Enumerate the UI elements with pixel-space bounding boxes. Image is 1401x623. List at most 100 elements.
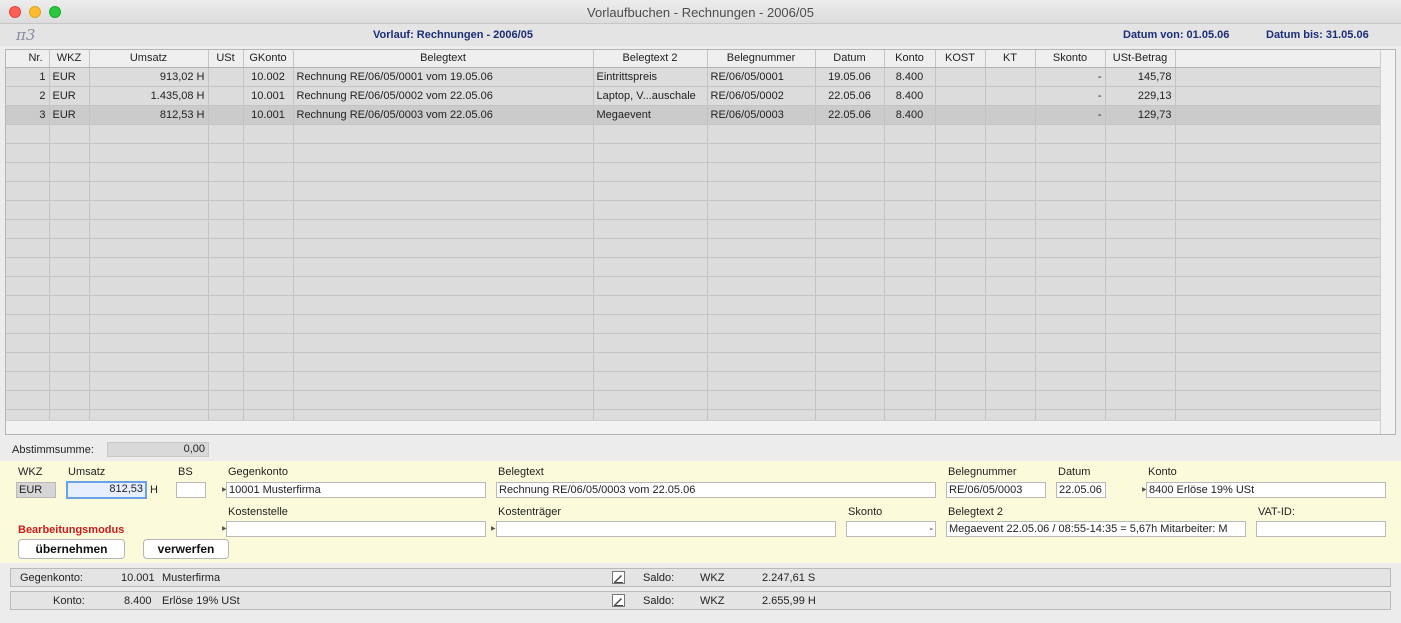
empty-cell [985,276,1036,296]
empty-cell [1105,143,1176,163]
empty-cell [1035,219,1106,239]
vat-id-field[interactable] [1256,521,1386,537]
column-header[interactable]: USt-Betrag [1105,50,1176,68]
empty-cell [49,181,90,201]
empty-cell [815,314,885,334]
empty-cell [243,162,294,182]
empty-cell [6,276,50,296]
wkz-label: WKZ [18,466,43,478]
empty-cell [293,238,594,258]
umsatz-label: Umsatz [68,466,106,478]
empty-cell [293,181,594,201]
empty-cell [6,390,50,410]
konto-field[interactable]: 8400 Erlöse 19% USt [1146,482,1386,498]
empty-cell [1035,314,1106,334]
empty-cell [89,314,209,334]
empty-cell [1175,181,1382,201]
empty-cell [985,371,1036,391]
empty-cell [1035,257,1106,277]
column-header[interactable]: Umsatz [89,50,209,68]
lookup-arrow-icon[interactable]: ▶ [491,525,496,532]
empty-cell [815,276,885,296]
column-header[interactable]: GKonto [243,50,294,68]
empty-cell [935,333,986,353]
empty-cell [707,371,816,391]
empty-table-row [6,333,1382,353]
cell-belegnummer: RE/06/05/0002 [707,86,816,106]
horizontal-scrollbar[interactable] [6,420,1380,434]
empty-cell [208,200,244,220]
edit-pencil-icon[interactable] [612,571,625,584]
empty-cell [49,238,90,258]
empty-cell [884,295,936,315]
empty-cell [815,257,885,277]
empty-cell [593,162,708,182]
empty-cell [593,238,708,258]
empty-cell [49,162,90,182]
column-header[interactable]: Belegtext 2 [593,50,708,68]
cell-ust-betrag: 145,78 [1105,67,1176,87]
cell-filler [1175,67,1382,87]
empty-cell [89,333,209,353]
column-header[interactable]: WKZ [49,50,90,68]
uebernehmen-button[interactable]: übernehmen [18,539,125,559]
soll-haben-indicator[interactable]: H [150,484,158,496]
empty-cell [243,143,294,163]
table-row[interactable]: 1 EUR 913,02 H 10.002 Rechnung RE/06/05/… [6,67,1382,87]
belegtext2-field[interactable]: Megaevent 22.05.06 / 08:55-14:35 = 5,67h… [946,521,1246,537]
belegnummer-field[interactable]: RE/06/05/0003 [946,482,1046,498]
empty-cell [1105,276,1176,296]
table-row[interactable]: 2 EUR 1.435,08 H 10.001 Rechnung RE/06/0… [6,86,1382,106]
empty-cell [1035,371,1106,391]
column-header[interactable]: Belegtext [293,50,594,68]
empty-cell [707,314,816,334]
column-header[interactable]: KOST [935,50,986,68]
empty-cell [49,333,90,353]
abstimmsumme-value: 0,00 [107,442,209,457]
empty-cell [985,124,1036,144]
cell-wkz: EUR [49,67,90,87]
empty-cell [49,124,90,144]
empty-cell [593,181,708,201]
cell-belegnummer: RE/06/05/0003 [707,105,816,125]
empty-cell [49,390,90,410]
cell-konto: 8.400 [884,86,936,106]
empty-cell [707,276,816,296]
verwerfen-button[interactable]: verwerfen [143,539,229,559]
column-header[interactable]: Nr. [6,50,50,68]
window-title: Vorlaufbuchen - Rechnungen - 2006/05 [587,5,814,20]
datum-field[interactable]: 22.05.06 [1056,482,1106,498]
column-header[interactable]: USt [208,50,244,68]
empty-table-row [6,143,1382,163]
cell-ust [208,67,244,87]
kostentraeger-field[interactable] [496,521,836,537]
empty-cell [1175,219,1382,239]
column-header[interactable]: Konto [884,50,936,68]
empty-table-row [6,181,1382,201]
gegenkonto-field[interactable]: 10001 Musterfirma [226,482,486,498]
cell-umsatz: 1.435,08 H [89,86,209,106]
empty-cell [6,295,50,315]
table-row-selected[interactable]: 3 EUR 812,53 H 10.001 Rechnung RE/06/05/… [6,105,1382,125]
empty-cell [707,257,816,277]
wkz-field[interactable]: EUR [16,482,56,498]
vertical-scrollbar[interactable] [1380,50,1395,434]
column-header[interactable]: Skonto [1035,50,1106,68]
empty-cell [208,162,244,182]
empty-cell [1175,371,1382,391]
empty-cell [884,181,936,201]
empty-cell [208,295,244,315]
column-header[interactable]: Datum [815,50,885,68]
skonto-field[interactable]: - [846,521,936,537]
kostenstelle-field[interactable] [226,521,486,537]
empty-cell [884,390,936,410]
empty-table-row [6,295,1382,315]
belegtext-field[interactable]: Rechnung RE/06/05/0003 vom 22.05.06 [496,482,936,498]
column-header[interactable]: Belegnummer [707,50,816,68]
empty-cell [935,143,986,163]
column-header[interactable]: KT [985,50,1036,68]
edit-pencil-icon[interactable] [612,594,625,607]
umsatz-field[interactable]: 812,53 [66,481,147,499]
empty-cell [593,257,708,277]
bs-field[interactable] [176,482,206,498]
